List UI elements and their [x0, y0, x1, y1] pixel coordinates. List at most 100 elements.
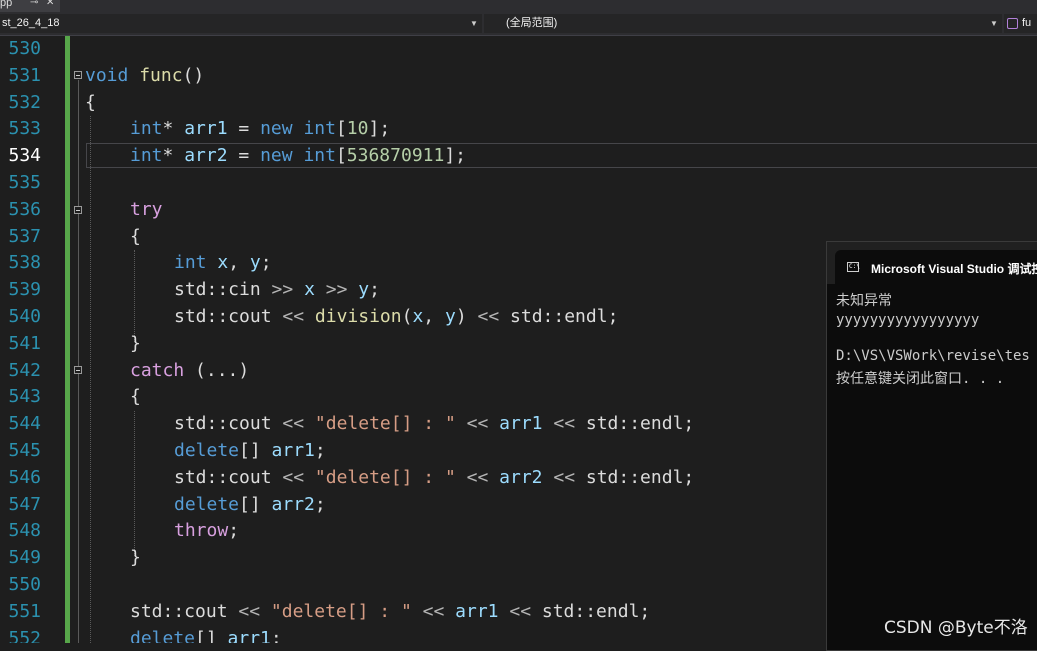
line-number: 552 [8, 627, 41, 643]
code-token: division [314, 306, 402, 327]
code-line: std::cout << division(x, y) << std::endl… [174, 304, 618, 331]
code-token: std::cout [174, 306, 272, 327]
cube-icon [1007, 18, 1018, 29]
project-dropdown[interactable]: st_26_4_18 ▼ [0, 14, 482, 33]
code-token: arr2 [184, 145, 228, 167]
debug-console-window[interactable]: C:\ Microsoft Visual Studio 调试控 未知异常 yyy… [826, 241, 1037, 651]
console-tab-bar: C:\ Microsoft Visual Studio 调试控 [827, 242, 1037, 284]
code-token: ]; [368, 118, 391, 140]
line-number: 548 [8, 520, 41, 542]
indent-guide [134, 411, 135, 556]
code-token: , [228, 252, 250, 274]
code-token: std::cout [174, 413, 272, 435]
line-number: 539 [8, 279, 41, 301]
code-line: { [85, 90, 96, 117]
code-token: ; [260, 252, 272, 274]
navigation-bar: st_26_4_18 ▼ (全局范围) ▼ fu [0, 12, 1037, 36]
code-token: arr1 [499, 413, 543, 435]
code-token: } [130, 547, 141, 569]
line-number: 530 [8, 38, 41, 59]
code-token: << [227, 600, 271, 622]
code-token: y [249, 252, 261, 274]
code-token: x [304, 279, 315, 301]
line-number: 547 [8, 493, 41, 515]
code-token: [] [239, 493, 272, 515]
line-number: 533 [8, 118, 41, 140]
collapse-icon[interactable] [74, 206, 82, 214]
code-line: { [130, 224, 141, 251]
code-token: (...) [184, 359, 250, 381]
code-line: { [130, 384, 141, 411]
code-token: << [498, 600, 542, 622]
code-token: [] [239, 440, 272, 461]
code-token: int [303, 118, 336, 140]
code-token: << [466, 306, 511, 327]
console-output-line: D:\VS\VSWork\revise\tes [836, 348, 1030, 364]
code-token: ]; [444, 145, 467, 167]
code-token: arr2 [499, 466, 543, 488]
code-token: >> [314, 279, 359, 301]
code-token: try [130, 198, 163, 220]
code-token: throw [174, 520, 229, 542]
code-token: = [227, 118, 261, 140]
code-token: "delete[] : " [270, 600, 412, 622]
close-icon[interactable]: ✕ [46, 0, 54, 8]
code-token: std::endl [585, 466, 684, 488]
code-line: std::cout << "delete[] : " << arr2 << st… [174, 465, 694, 492]
code-token: x [217, 252, 229, 274]
code-token: << [455, 413, 500, 435]
line-number: 550 [8, 574, 41, 595]
code-token: () [182, 64, 205, 86]
member-dropdown[interactable]: fu [1004, 14, 1037, 33]
code-token: ; [639, 600, 651, 622]
console-output-line: yyyyyyyyyyyyyyyyy [836, 312, 980, 328]
code-token: int [130, 145, 163, 167]
code-token: ; [270, 627, 282, 643]
code-token: void [85, 64, 129, 86]
file-tab[interactable]: pp ⊸ ✕ [0, 0, 60, 12]
code-line: int x, y; [174, 250, 272, 277]
line-number: 532 [8, 91, 41, 113]
code-token: [] [195, 627, 228, 643]
line-number: 531 [8, 64, 41, 86]
code-token: ; [314, 440, 326, 461]
console-title: Microsoft Visual Studio 调试控 [871, 262, 1037, 276]
code-token: << [411, 600, 456, 622]
code-line: std::cin >> x >> y; [174, 277, 380, 304]
scope-dropdown[interactable]: (全局范围) ▼ [484, 14, 1002, 33]
fold-line [78, 80, 79, 643]
code-token: x [412, 306, 424, 327]
code-line: throw; [174, 518, 239, 545]
code-token: new [260, 118, 293, 140]
code-token: * [162, 145, 185, 167]
line-number: 542 [8, 359, 41, 381]
line-number: 540 [8, 306, 41, 327]
collapse-icon[interactable] [74, 71, 82, 79]
code-token: new [260, 145, 293, 167]
code-token: std::endl [585, 413, 684, 435]
code-token: { [130, 225, 141, 247]
console-tab[interactable]: C:\ Microsoft Visual Studio 调试控 [835, 250, 1037, 284]
line-number: 543 [8, 386, 41, 408]
code-token: std::endl [541, 600, 640, 622]
code-token: int [303, 145, 336, 167]
code-token: arr1 [227, 627, 271, 643]
code-line: catch (...) [130, 358, 249, 385]
code-token: 536870911 [346, 145, 445, 167]
code-line: int* arr1 = new int[10]; [130, 116, 390, 143]
pin-icon[interactable]: ⊸ [30, 0, 38, 8]
code-token: std::cout [130, 600, 228, 622]
line-number: 538 [8, 252, 41, 274]
code-token: << [455, 466, 500, 488]
chevron-down-icon: ▼ [990, 19, 998, 28]
code-token: arr1 [455, 600, 499, 622]
collapse-icon[interactable] [74, 366, 82, 374]
code-line: delete[] arr1; [174, 438, 326, 465]
code-token: arr1 [271, 440, 315, 461]
code-token: ; [683, 413, 695, 435]
code-token: catch [130, 359, 185, 381]
code-line: std::cout << "delete[] : " << arr1 << st… [130, 599, 650, 626]
chevron-down-icon: ▼ [470, 19, 478, 28]
project-dropdown-value: st_26_4_18 [2, 17, 60, 29]
